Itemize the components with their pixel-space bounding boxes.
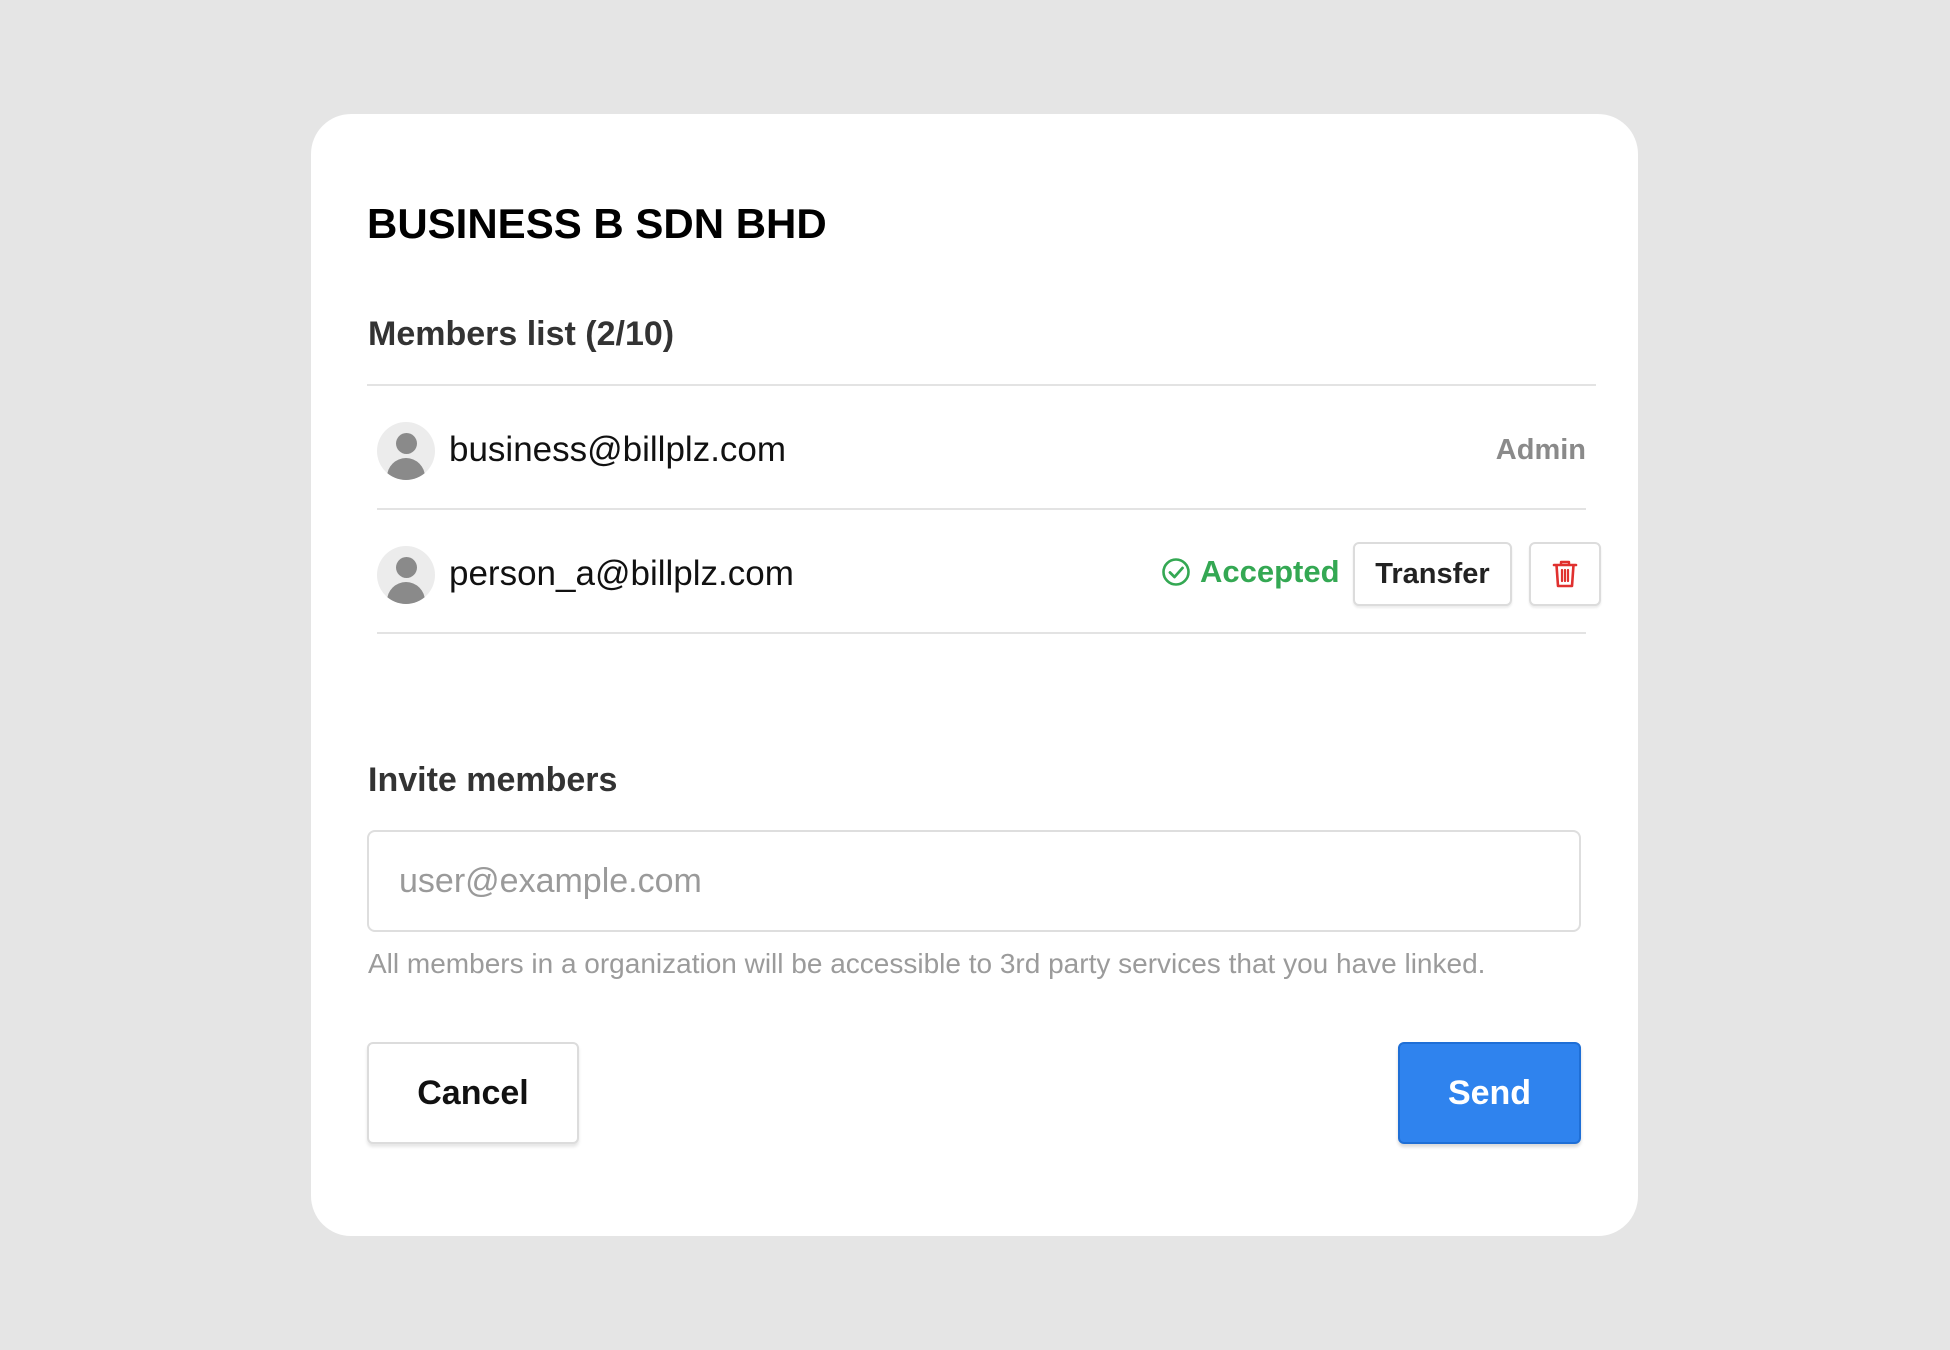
- member-email: person_a@billplz.com: [449, 554, 794, 593]
- member-email: business@billplz.com: [449, 430, 787, 469]
- check-circle-icon: [1162, 558, 1190, 586]
- member-status: Accepted: [1161, 554, 1340, 590]
- avatar: [377, 422, 435, 480]
- organization-members-dialog: BUSINESS B SDN BHD Members list (2/10) b…: [311, 114, 1638, 1236]
- user-icon: [396, 557, 417, 578]
- organization-title: BUSINESS B SDN BHD: [367, 200, 827, 247]
- avatar: [377, 546, 435, 604]
- invite-helper-text: All members in a organization will be ac…: [368, 948, 1486, 979]
- member-row: person_a@billplz.com Accepted Transfer: [377, 510, 1601, 634]
- members-list-title: Members list (2/10): [368, 315, 675, 353]
- invite-email-input[interactable]: [367, 830, 1581, 932]
- cancel-button[interactable]: Cancel: [367, 1042, 579, 1144]
- member-row: business@billplz.com Admin: [377, 386, 1586, 510]
- delete-member-button[interactable]: [1529, 542, 1601, 606]
- user-icon: [396, 433, 417, 454]
- transfer-button[interactable]: Transfer: [1353, 542, 1512, 606]
- invite-members-title: Invite members: [368, 761, 618, 799]
- trash-icon: [1552, 560, 1578, 588]
- member-role: Admin: [1495, 434, 1586, 466]
- send-button[interactable]: Send: [1398, 1042, 1581, 1144]
- member-status-label: Accepted: [1200, 554, 1340, 589]
